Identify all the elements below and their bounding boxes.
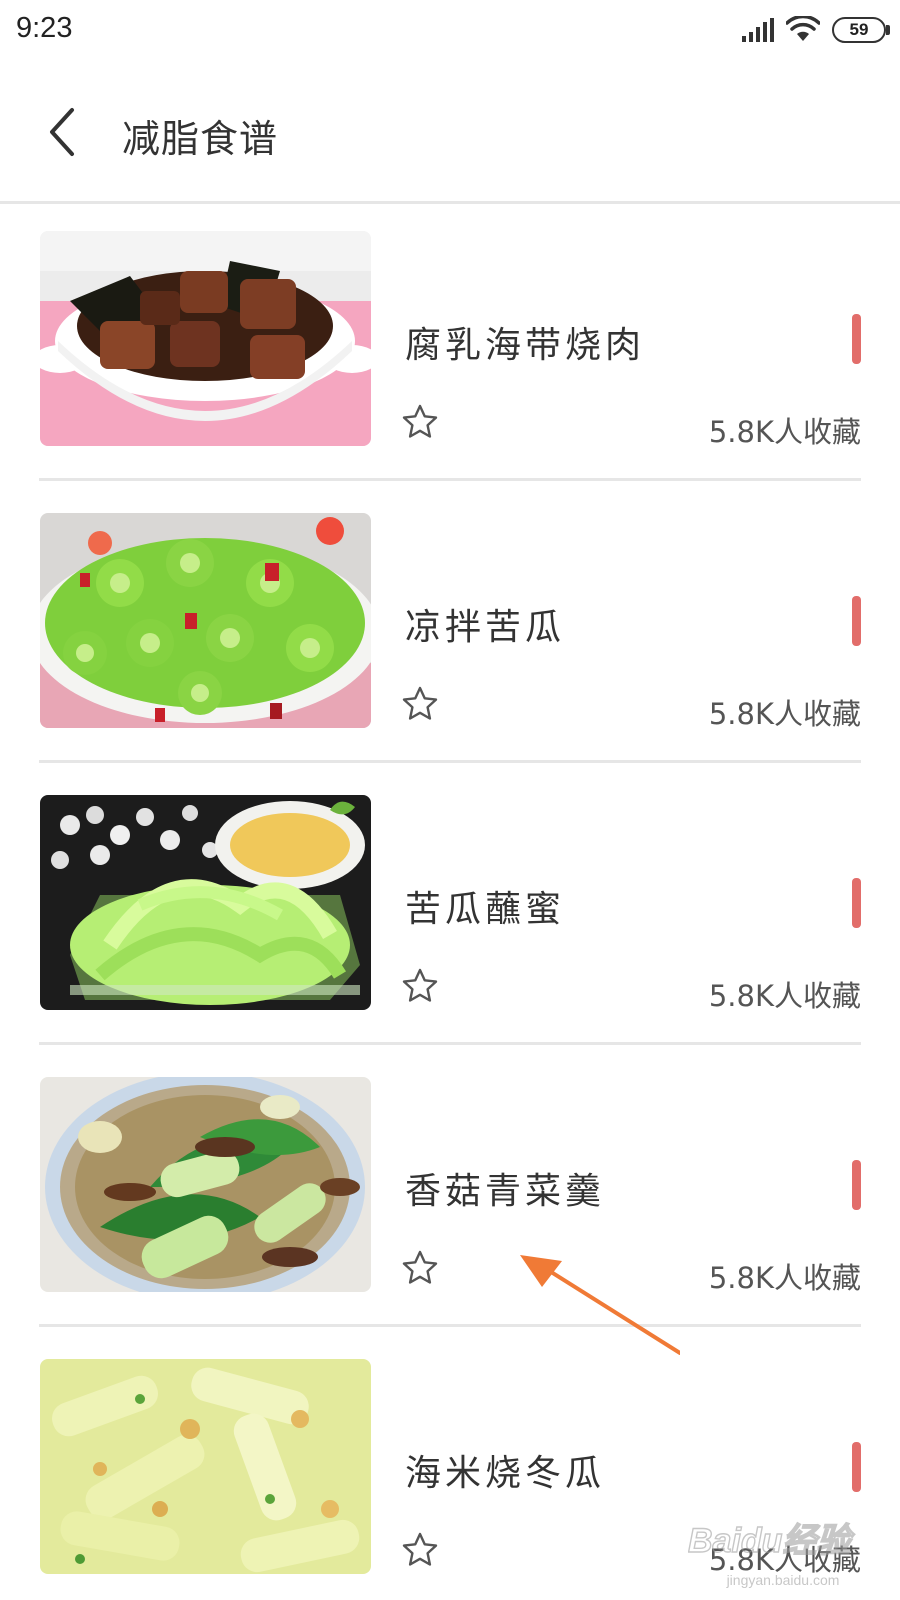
page-title: 减脂食谱 (122, 117, 279, 161)
star-icon[interactable] (401, 967, 439, 1005)
baidu-watermark: Baidu经验 jingyan.baidu.com (687, 1508, 878, 1592)
recipe-red-marker (852, 314, 861, 364)
recipe-thumbnail (40, 231, 371, 446)
chevron-left-icon (50, 108, 74, 156)
recipe-name: 腐乳海带烧肉 (405, 325, 646, 366)
recipe-name: 海米烧冬瓜 (405, 1453, 606, 1494)
recipe-red-marker (852, 878, 861, 928)
favorite-count: 5.8K人收藏 (708, 1261, 861, 1295)
favorite-count: 5.8K人收藏 (708, 415, 861, 449)
recipe-name: 苦瓜蘸蜜 (405, 889, 566, 930)
recipe-red-marker (852, 596, 861, 646)
recipe-item[interactable]: 凉拌苦瓜 5.8K人收藏 (0, 488, 900, 770)
recipe-name: 凉拌苦瓜 (405, 607, 566, 648)
watermark-logo: Baidu经验 (688, 1522, 855, 1560)
favorite-count: 5.8K人收藏 (708, 697, 861, 731)
recipe-red-marker (852, 1160, 861, 1210)
list-divider (39, 1324, 861, 1327)
star-icon[interactable] (401, 1531, 439, 1569)
list-divider (39, 760, 861, 763)
recipe-thumbnail (40, 795, 371, 1010)
recipe-item[interactable]: 苦瓜蘸蜜 5.8K人收藏 (0, 770, 900, 1052)
list-divider (39, 478, 861, 481)
recipe-red-marker (852, 1442, 861, 1492)
watermark-url: jingyan.baidu.com (726, 1572, 840, 1588)
favorite-count: 5.8K人收藏 (708, 979, 861, 1013)
star-icon[interactable] (401, 1249, 439, 1287)
star-icon[interactable] (401, 403, 439, 441)
recipe-name: 香菇青菜羹 (405, 1171, 606, 1212)
wifi-icon (786, 16, 820, 41)
list-divider (39, 1042, 861, 1045)
header-bar: 减脂食谱 (0, 62, 900, 204)
recipe-thumbnail (40, 1359, 371, 1574)
star-icon[interactable] (401, 685, 439, 723)
recipe-item[interactable]: 腐乳海带烧肉 5.8K人收藏 (0, 206, 900, 488)
annotation-arrow-icon (520, 1255, 680, 1355)
battery-nub (886, 25, 890, 35)
status-bar: 9:23 59 (0, 0, 900, 62)
recipe-item[interactable]: 香菇青菜羹 5.8K人收藏 (0, 1052, 900, 1334)
battery-level: 59 (849, 20, 869, 39)
recipe-list: 腐乳海带烧肉 5.8K人收藏 凉拌苦瓜 5.8K人收藏 苦瓜蘸蜜 5.8K人收藏… (0, 206, 900, 1600)
recipe-thumbnail (40, 1077, 371, 1292)
recipe-thumbnail (40, 513, 371, 728)
status-time: 9:23 (16, 12, 73, 44)
signal-bars-icon (742, 18, 774, 42)
back-button[interactable] (40, 102, 96, 162)
